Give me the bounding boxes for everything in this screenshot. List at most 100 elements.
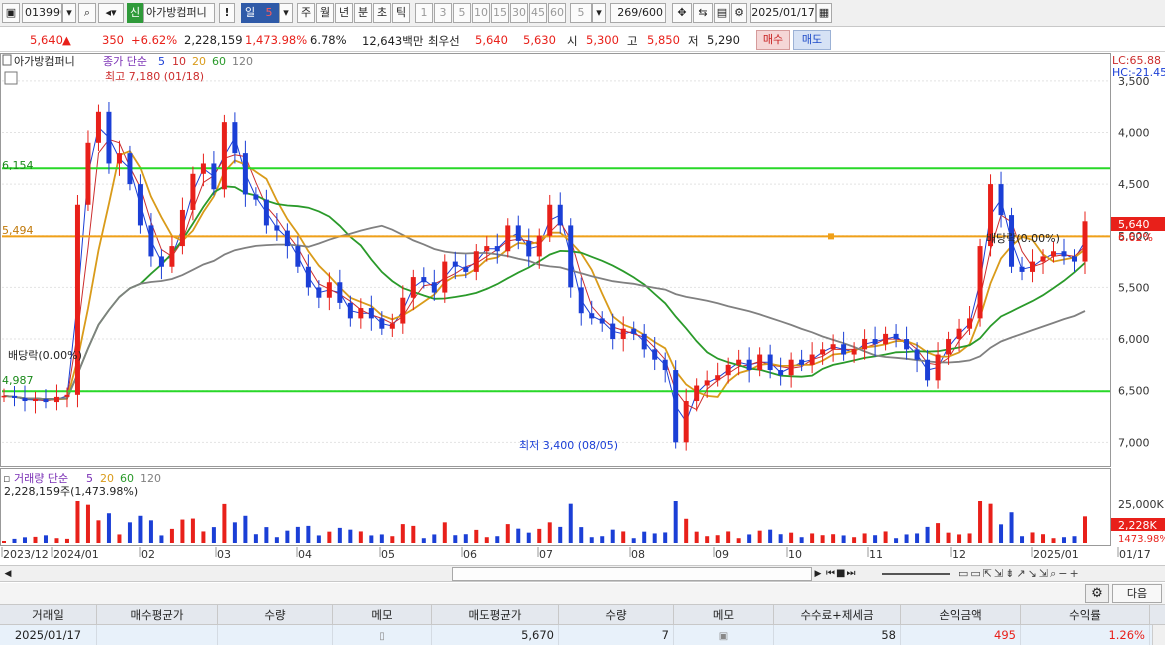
hline-label-3: 4,987	[2, 374, 34, 387]
current-price: 5,640	[30, 33, 63, 47]
calendar-icon[interactable]: ▦	[816, 3, 832, 23]
candle-body	[158, 256, 164, 267]
period-week-button[interactable]: 주	[297, 3, 315, 23]
cross-arrows-icon[interactable]: ✥	[672, 3, 692, 23]
interval-select[interactable]: 5	[570, 3, 592, 23]
scroll-left-arrow[interactable]: ◀	[2, 567, 14, 581]
table-row[interactable]: 2025/01/17 ▯ 5,670 7 ▣ 58 495 1.26%	[0, 625, 1165, 645]
period-day-button[interactable]: 일	[241, 3, 259, 23]
candle-body	[841, 344, 847, 355]
volume-bar	[747, 534, 752, 543]
interval-15-button[interactable]: 15	[491, 3, 509, 23]
memo-icon[interactable]: ▯	[379, 631, 385, 642]
table-scrollbar[interactable]	[1152, 625, 1165, 645]
gear-icon[interactable]: ⚙	[731, 3, 747, 23]
col-trade-date[interactable]: 거래일	[0, 605, 97, 625]
bar-count-field[interactable]: 269/600	[610, 3, 666, 23]
col-buy-qty[interactable]: 수량	[218, 605, 333, 625]
zoom-slider[interactable]	[882, 573, 950, 575]
alert-button[interactable]: !	[219, 3, 235, 23]
volume-bar	[442, 522, 447, 543]
cell-sell-memo[interactable]: ▣	[674, 625, 774, 645]
period-dropdown-icon[interactable]: ▾	[279, 3, 293, 23]
volume-bar	[579, 527, 584, 543]
price-chart[interactable]: 아가방컴퍼니 종가 단순 5 10 20 60 120 최고 7,180 (01…	[0, 53, 1165, 565]
scroll-right-arrow[interactable]: ▶	[814, 567, 822, 581]
period-minute-button[interactable]: 분	[354, 3, 372, 23]
volume-bar	[621, 531, 626, 543]
cell-buy-memo[interactable]: ▯	[333, 625, 432, 645]
period-num-select[interactable]: 5	[259, 3, 279, 23]
interval-1-button[interactable]: 1	[415, 3, 433, 23]
volume-bar	[12, 538, 17, 543]
date-axis: 2023/12 2024/01 02 03 04 05 06 07 08 09 10 11 12 2025…	[1, 547, 1151, 561]
compare-icon[interactable]: ⇆	[693, 3, 713, 23]
interval-dropdown-icon[interactable]: ▾	[592, 3, 606, 23]
candle-body	[977, 246, 983, 319]
candle-body	[589, 313, 595, 319]
volume-bar	[22, 537, 27, 543]
volume-bar	[852, 537, 857, 543]
volume-bar	[631, 538, 636, 543]
grid-toolbar: ⚙ 다음	[0, 583, 1165, 605]
volume-bar	[159, 535, 164, 543]
stock-code-input[interactable]: 013990	[22, 3, 62, 23]
interval-5-button[interactable]: 5	[453, 3, 471, 23]
volume-bar	[705, 536, 710, 543]
drawing-tools[interactable]: ▭▭⇱⇲⇟↗↘⇲⌕−+	[958, 566, 1163, 581]
period-month-button[interactable]: 월	[316, 3, 334, 23]
interval-30-button[interactable]: 30	[510, 3, 528, 23]
volume-bar	[831, 534, 836, 543]
candle-body	[169, 246, 175, 267]
col-sell-memo[interactable]: 메모	[674, 605, 774, 625]
volume-bar	[85, 504, 90, 543]
candle-body	[547, 204, 553, 236]
buy-button[interactable]: 매수	[756, 30, 790, 50]
candle-body	[43, 398, 49, 403]
col-sell-qty[interactable]: 수량	[559, 605, 674, 625]
col-sell-avg[interactable]: 매도평균가	[432, 605, 559, 625]
candle-body	[1, 395, 7, 398]
panel-stock-name: 아가방컴퍼니	[14, 55, 75, 68]
gear-icon[interactable]: ⚙	[1085, 584, 1109, 603]
candle-body	[830, 344, 836, 350]
interval-3-button[interactable]: 3	[434, 3, 452, 23]
sell-button[interactable]: 매도	[793, 30, 831, 50]
period-second-button[interactable]: 초	[373, 3, 391, 23]
candle-body	[862, 339, 868, 350]
speaker-icon[interactable]: ◂▾	[98, 3, 124, 23]
chart-scrollbar[interactable]: ◀ ▶ ⏮■⏭ ▭▭⇱⇲⇟↗↘⇲⌕−+	[0, 565, 1165, 582]
interval-10-button[interactable]: 10	[472, 3, 490, 23]
col-buy-avg[interactable]: 매수평균가	[97, 605, 218, 625]
date-axis-label: 2025/01	[1033, 548, 1079, 561]
interval-60-button[interactable]: 60	[548, 3, 566, 23]
candle-body	[620, 328, 626, 340]
volume-legend-icon: ▫	[3, 472, 10, 485]
save-icon[interactable]: ▤	[714, 3, 730, 23]
window-icon[interactable]: ▣	[2, 3, 20, 23]
col-return[interactable]: 수익률	[1021, 605, 1150, 625]
volume-bar	[453, 535, 458, 543]
period-tick-button[interactable]: 틱	[392, 3, 410, 23]
hline-handle[interactable]	[828, 233, 834, 240]
price-axis-tick: 6,500	[1118, 385, 1150, 398]
col-fees[interactable]: 수수료+제세금	[774, 605, 901, 625]
candle-body	[662, 359, 668, 371]
col-pnl[interactable]: 손익금액	[901, 605, 1021, 625]
playback-controls[interactable]: ⏮■⏭	[826, 566, 876, 581]
candle-body	[347, 302, 353, 319]
memo-icon[interactable]: ▣	[719, 631, 728, 642]
volume-bar	[904, 534, 909, 543]
grid-toggle-icon[interactable]	[4, 71, 18, 85]
stock-name[interactable]: 아가방컴퍼니	[143, 3, 215, 23]
volume-bar	[1009, 512, 1014, 543]
ma-legend-10: 10	[172, 55, 186, 68]
period-year-button[interactable]: 년	[335, 3, 353, 23]
date-field[interactable]: 2025/01/17	[750, 3, 816, 23]
next-button[interactable]: 다음	[1112, 584, 1162, 603]
code-dropdown-icon[interactable]: ▾	[62, 3, 76, 23]
scroll-thumb[interactable]	[452, 567, 812, 581]
col-buy-memo[interactable]: 메모	[333, 605, 432, 625]
search-icon[interactable]: ⌕	[78, 3, 96, 23]
interval-45-button[interactable]: 45	[529, 3, 547, 23]
